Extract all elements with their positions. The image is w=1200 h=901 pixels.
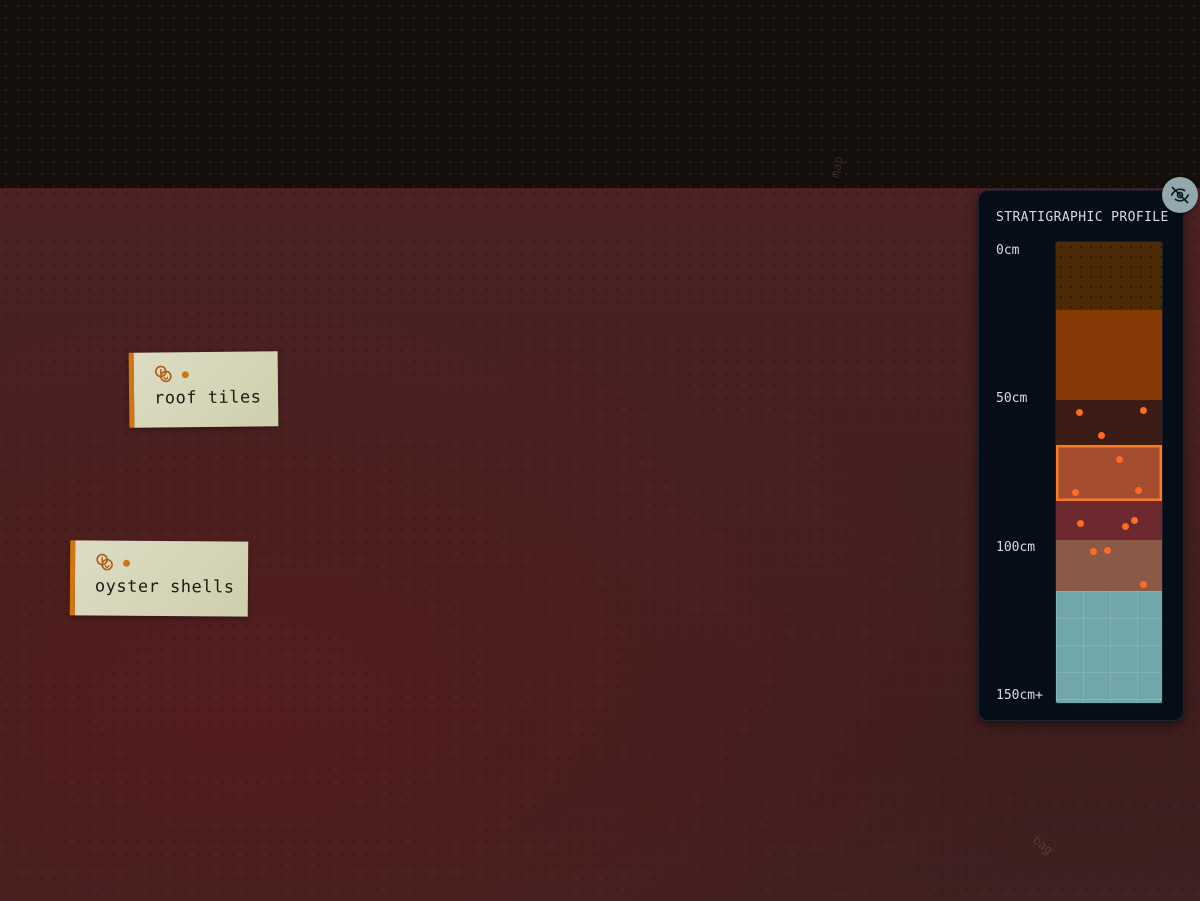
soil-layer-2[interactable] [1056,310,1162,400]
tag-label: roof tiles [153,387,262,409]
soil-layer-3[interactable] [1056,400,1162,445]
artifact-marker[interactable] [1116,456,1123,463]
artifact-marker[interactable] [1098,432,1105,439]
artifact-marker[interactable] [1140,407,1147,414]
artifact-marker[interactable] [1077,520,1084,527]
artifact-marker[interactable] [1090,548,1097,555]
artifact-marker[interactable] [1104,547,1111,554]
panel-title: STRATIGRAPHIC PROFILE [996,210,1169,225]
depth-label-50: 50cm [996,391,1028,406]
depth-label-0: 0cm [996,243,1020,258]
tag-icons [154,364,189,384]
artifact-marker[interactable] [1140,581,1147,588]
depth-label-150: 150cm+ [996,688,1043,703]
stratigraphic-profile-panel: STRATIGRAPHIC PROFILE 0cm 50cm 100cm 150… [978,190,1184,721]
artifact-marker[interactable] [1076,409,1083,416]
status-dot [123,559,131,567]
excavation-canvas[interactable]: map bag roof tiles oyster shells STRATIG… [0,0,1200,901]
soil-layer-6[interactable] [1056,540,1162,591]
tag-icons [95,553,131,573]
eye-off-icon [1170,186,1190,204]
tag-label: oyster shells [94,576,235,598]
depth-label-100: 100cm [996,540,1036,555]
toggle-visibility-button[interactable] [1162,177,1198,213]
artifact-marker[interactable] [1122,523,1129,530]
soil-layer-1[interactable] [1056,242,1162,310]
artifact-tag-roof-tiles[interactable]: roof tiles [128,351,279,428]
soil-layer-5[interactable] [1056,501,1162,540]
soil-layer-7-bedrock[interactable] [1056,591,1162,703]
soil-layer-4-selected[interactable] [1056,445,1162,501]
artifact-tag-oyster-shells[interactable]: oyster shells [69,540,249,617]
status-dot [181,370,189,378]
coins-icon [155,365,172,383]
artifact-marker[interactable] [1131,517,1138,524]
unexcavated-zone [0,0,1200,190]
artifact-marker[interactable] [1072,489,1079,496]
soil-column [1055,241,1163,704]
artifact-marker[interactable] [1135,487,1142,494]
coins-icon [96,553,113,571]
